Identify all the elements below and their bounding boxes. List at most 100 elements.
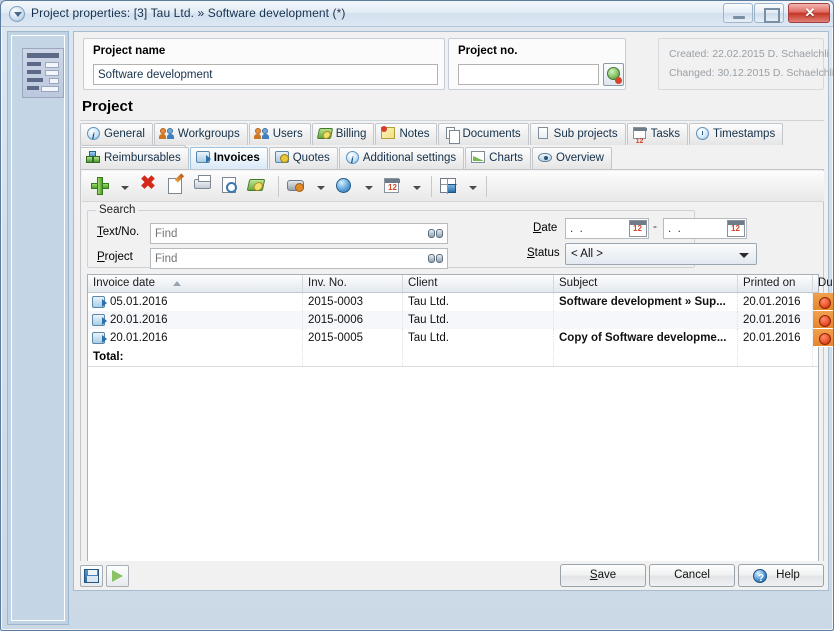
tab-additional-settings[interactable]: Additional settings	[339, 147, 464, 169]
cell-invoice-date: 05.01.2016	[88, 293, 303, 311]
column-header-subject[interactable]: Subject	[554, 275, 738, 292]
billing-button[interactable]	[247, 175, 271, 199]
date-range-separator: -	[653, 219, 657, 233]
column-header-label: Invoice date	[93, 277, 155, 289]
column-header-client[interactable]: Client	[403, 275, 554, 292]
clock-icon	[695, 126, 710, 140]
run-button[interactable]	[106, 565, 129, 587]
tab-label: Tasks	[651, 124, 680, 145]
form-list-icon[interactable]	[22, 48, 64, 98]
eye-icon	[538, 150, 553, 164]
tab-label: Overview	[556, 148, 604, 169]
date-label: Date	[533, 222, 557, 234]
calendar-button[interactable]	[382, 175, 406, 199]
tab-label: Quotes	[293, 148, 330, 169]
calendar-icon	[384, 178, 399, 193]
tab-label: Users	[273, 124, 303, 145]
chevron-circle-icon	[9, 6, 25, 22]
cell-subject: Software development » Sup...	[554, 293, 738, 311]
page-title: Project	[82, 98, 133, 115]
text-no-input[interactable]	[150, 223, 448, 244]
total-cell	[554, 347, 738, 366]
tab-users[interactable]: Users	[249, 123, 311, 145]
grid-export-button[interactable]	[438, 175, 462, 199]
info-icon	[345, 150, 360, 164]
delete-button[interactable]: ✖	[138, 175, 162, 199]
export-button[interactable]	[286, 175, 310, 199]
project-search-icon[interactable]	[428, 253, 444, 265]
tab-charts[interactable]: Charts	[465, 147, 531, 169]
project-search-input[interactable]	[150, 248, 448, 269]
tab-workgroups[interactable]: Workgroups	[154, 123, 248, 145]
tab-documents[interactable]: Documents	[438, 123, 528, 145]
binoculars-icon[interactable]	[428, 228, 444, 240]
column-header-invoice-date[interactable]: Invoice date	[88, 275, 303, 292]
new-invoice-button[interactable]	[90, 175, 114, 199]
calendar-picker-icon-2[interactable]	[727, 220, 745, 237]
grid-total-row: Total:	[88, 347, 818, 367]
tab-overview[interactable]: Overview	[532, 147, 612, 169]
invoice-icon	[196, 150, 211, 164]
project-name-group: Project name	[83, 38, 445, 90]
cell-subject: Copy of Software developme...	[554, 329, 738, 347]
tab-timestamps[interactable]: Timestamps	[689, 123, 783, 145]
money-icon	[247, 179, 266, 191]
online-button[interactable]	[334, 175, 358, 199]
status-select-value: < All >	[571, 248, 603, 260]
calendar-picker-icon[interactable]	[629, 220, 647, 237]
tab-sub-projects[interactable]: Sub projects	[530, 123, 626, 145]
export-dropdown[interactable]	[314, 175, 327, 199]
tab-label: Sub projects	[554, 124, 618, 145]
table-row[interactable]: 05.01.20162015-0003Tau Ltd.Software deve…	[88, 293, 818, 311]
project-no-input[interactable]	[458, 64, 599, 85]
floppy-save-icon	[84, 569, 99, 583]
tab-reimbursables[interactable]: Reimbursables	[80, 147, 189, 169]
cancel-button[interactable]: Cancel	[649, 564, 735, 587]
online-dropdown[interactable]	[362, 175, 375, 199]
save-small-button[interactable]	[80, 565, 103, 587]
tab-label: Additional settings	[363, 148, 456, 169]
cell-subject	[554, 311, 738, 329]
minimize-button[interactable]	[723, 3, 753, 23]
grid-export-dropdown[interactable]	[466, 175, 479, 199]
tab-invoices[interactable]: Invoices	[190, 147, 268, 169]
changed-text: Changed: 30.12.2015 D. Schaelchli	[669, 67, 834, 79]
grid-save-icon	[440, 178, 456, 193]
tab-label: Timestamps	[713, 124, 775, 145]
table-row[interactable]: 20.01.20162015-0005Tau Ltd.Copy of Softw…	[88, 329, 818, 347]
globe-refresh-icon[interactable]	[603, 63, 624, 86]
status-select[interactable]: < All >	[565, 243, 757, 265]
column-header-due-on[interactable]: Due on	[813, 275, 834, 292]
new-invoice-dropdown[interactable]	[118, 175, 131, 199]
due-on-cell: 05.01....	[813, 293, 834, 311]
toolbar-separator-3	[486, 176, 487, 197]
footer-bar: Save Cancel Help	[73, 561, 829, 591]
window-title: Project properties: [3] Tau Ltd. » Softw…	[31, 6, 346, 20]
cell-printed-on: 20.01.2016	[738, 311, 813, 329]
tab-tasks[interactable]: Tasks	[627, 123, 688, 145]
table-row[interactable]: 20.01.20162015-0006Tau Ltd.20.01.201620.…	[88, 311, 818, 329]
cell-client: Tau Ltd.	[403, 329, 554, 347]
print-button[interactable]	[193, 175, 217, 199]
tab-notes[interactable]: Notes	[375, 123, 437, 145]
tab-quotes[interactable]: Quotes	[269, 147, 338, 169]
calendar-dropdown[interactable]	[410, 175, 423, 199]
save-button[interactable]: Save	[560, 564, 646, 587]
search-group-label: Search	[96, 204, 138, 216]
left-nav-panel	[7, 31, 69, 625]
column-header-printed-on[interactable]: Printed on	[738, 275, 813, 292]
column-header-inv-no[interactable]: Inv. No.	[303, 275, 403, 292]
preview-button[interactable]	[220, 175, 244, 199]
project-name-input[interactable]	[93, 64, 438, 85]
people-icon	[255, 126, 270, 140]
maximize-button[interactable]	[754, 3, 784, 23]
column-header-label: Inv. No.	[308, 277, 347, 289]
toolbar-separator-2	[431, 176, 432, 197]
edit-button[interactable]	[166, 175, 190, 199]
red-x-icon: ✖	[140, 172, 156, 195]
close-button[interactable]: ✕	[788, 3, 830, 23]
help-button[interactable]: Help	[738, 564, 824, 587]
tab-billing[interactable]: Billing	[312, 123, 375, 145]
total-label: Total:	[88, 347, 303, 366]
tab-general[interactable]: General	[80, 123, 153, 145]
